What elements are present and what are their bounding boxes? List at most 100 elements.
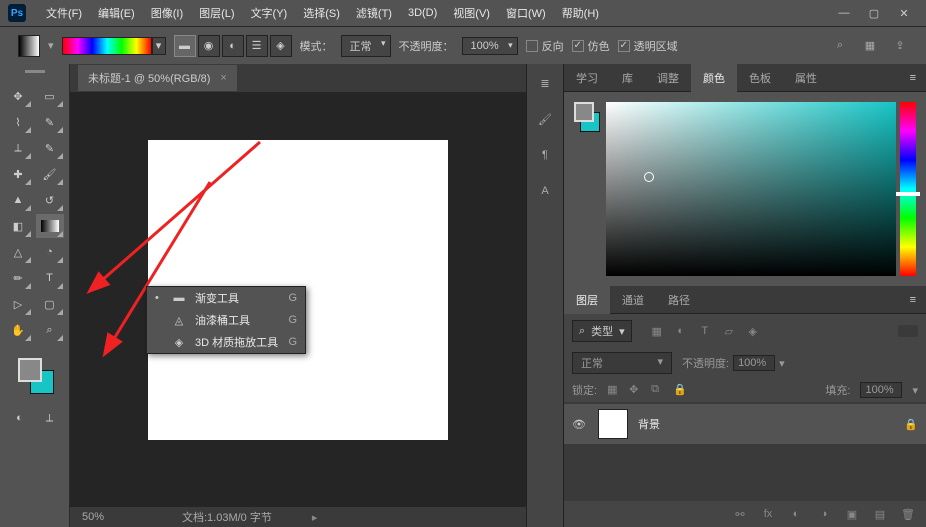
- paragraph-panel-icon[interactable]: ¶: [532, 144, 558, 166]
- path-select-tool[interactable]: ▷: [4, 292, 32, 316]
- panel-menu-icon[interactable]: ≡: [900, 294, 926, 306]
- tab-adjustments[interactable]: 调整: [645, 64, 691, 92]
- zoom-value[interactable]: 50%: [82, 511, 142, 523]
- layer-style-icon[interactable]: fx: [760, 506, 776, 522]
- menu-layer[interactable]: 图层(L): [191, 5, 242, 21]
- filter-toggle[interactable]: [898, 325, 918, 337]
- lock-position-icon[interactable]: ✥: [629, 383, 643, 397]
- hue-slider-cursor[interactable]: [896, 192, 920, 196]
- workspace-icon[interactable]: ▦: [862, 38, 878, 54]
- blend-mode-select[interactable]: 正常: [341, 35, 391, 57]
- chevron-down-icon[interactable]: ▾: [48, 39, 54, 52]
- color-picker-cursor[interactable]: [644, 172, 654, 182]
- history-panel-icon[interactable]: ≣: [532, 72, 558, 94]
- pen-tool[interactable]: ✏: [4, 266, 32, 290]
- move-tool[interactable]: ✥: [4, 84, 32, 108]
- tab-library[interactable]: 库: [610, 64, 645, 92]
- gradient-radial-button[interactable]: ◉: [198, 35, 220, 57]
- lasso-tool[interactable]: ⌇: [4, 110, 32, 134]
- delete-layer-icon[interactable]: 🗑: [900, 506, 916, 522]
- gradient-tool[interactable]: [36, 214, 64, 238]
- zoom-tool[interactable]: ⌕: [36, 318, 64, 342]
- dodge-tool[interactable]: ◔: [36, 240, 64, 264]
- chevron-right-icon[interactable]: ▸: [312, 511, 318, 524]
- gradient-preview[interactable]: [62, 37, 152, 55]
- healing-tool[interactable]: ✚: [4, 162, 32, 186]
- clone-tool[interactable]: ▲: [4, 188, 32, 212]
- hue-slider[interactable]: [900, 102, 916, 276]
- toolbox-handle[interactable]: [4, 70, 65, 80]
- panel-menu-icon[interactable]: ≡: [900, 72, 926, 84]
- lock-icon[interactable]: 🔒: [904, 418, 918, 431]
- layer-group-icon[interactable]: ▣: [844, 506, 860, 522]
- gradient-linear-button[interactable]: ▬: [174, 35, 196, 57]
- adjustment-layer-icon[interactable]: ◑: [816, 506, 832, 522]
- eraser-tool[interactable]: ◧: [4, 214, 32, 238]
- foreground-color-swatch[interactable]: [18, 358, 42, 382]
- menu-filter[interactable]: 滤镜(T): [348, 5, 400, 21]
- search-icon[interactable]: ⌕: [832, 38, 848, 54]
- brush-tool[interactable]: 🖌: [36, 162, 64, 186]
- layer-name[interactable]: 背景: [638, 416, 894, 432]
- history-brush-tool[interactable]: ↺: [36, 188, 64, 212]
- layer-filter-select[interactable]: ⌕ 类型 ▾: [572, 320, 632, 342]
- close-icon[interactable]: ×: [220, 72, 226, 84]
- blur-tool[interactable]: △: [4, 240, 32, 264]
- transparency-checkbox[interactable]: [618, 40, 630, 52]
- filter-smart-icon[interactable]: ◈: [746, 324, 760, 338]
- tab-channels[interactable]: 通道: [610, 286, 656, 314]
- lock-artboard-icon[interactable]: ⧉: [651, 383, 665, 397]
- layer-fill-input[interactable]: 100%: [860, 382, 902, 398]
- flyout-3d-material-tool[interactable]: ◈ 3D 材质拖放工具 G: [147, 331, 305, 353]
- filter-shape-icon[interactable]: ▱: [722, 324, 736, 338]
- hand-tool[interactable]: ✋: [4, 318, 32, 342]
- tab-swatches[interactable]: 色板: [737, 64, 783, 92]
- menu-view[interactable]: 视图(V): [445, 5, 498, 21]
- panel-color-swatches[interactable]: [574, 102, 602, 276]
- new-layer-icon[interactable]: ▤: [872, 506, 888, 522]
- tab-paths[interactable]: 路径: [656, 286, 702, 314]
- layer-visibility-icon[interactable]: 👁: [572, 418, 588, 431]
- tab-properties[interactable]: 属性: [783, 64, 829, 92]
- gradient-angle-button[interactable]: ◐: [222, 35, 244, 57]
- color-picker-field[interactable]: [606, 102, 896, 276]
- reverse-checkbox[interactable]: [526, 40, 538, 52]
- menu-type[interactable]: 文字(Y): [243, 5, 296, 21]
- type-tool[interactable]: T: [36, 266, 64, 290]
- gradient-reflected-button[interactable]: ☰: [246, 35, 268, 57]
- layer-blend-mode-select[interactable]: 正常 ▾: [572, 352, 672, 374]
- marquee-tool[interactable]: ▭: [36, 84, 64, 108]
- color-swatches[interactable]: [4, 358, 65, 398]
- filter-pixel-icon[interactable]: ▦: [650, 324, 664, 338]
- flyout-gradient-tool[interactable]: • ▬ 渐变工具 G: [147, 287, 305, 309]
- flyout-paint-bucket-tool[interactable]: ◬ 油漆桶工具 G: [147, 309, 305, 331]
- panel-fg-swatch[interactable]: [574, 102, 594, 122]
- lock-all-icon[interactable]: 🔒: [673, 383, 687, 397]
- tab-layers[interactable]: 图层: [564, 286, 610, 314]
- brush-panel-icon[interactable]: 🖌: [532, 108, 558, 130]
- gradient-picker-dropdown[interactable]: ▾: [152, 37, 166, 55]
- layer-mask-icon[interactable]: ◐: [788, 506, 804, 522]
- menu-3d[interactable]: 3D(D): [400, 7, 445, 19]
- shape-tool[interactable]: ▢: [36, 292, 64, 316]
- filter-type-icon[interactable]: T: [698, 324, 712, 338]
- layer-row[interactable]: 👁 背景 🔒: [564, 404, 926, 444]
- eyedropper-tool[interactable]: ✎: [36, 136, 64, 160]
- layer-opacity-input[interactable]: 100%: [733, 355, 775, 371]
- menu-select[interactable]: 选择(S): [295, 5, 348, 21]
- menu-file[interactable]: 文件(F): [38, 5, 90, 21]
- window-close-button[interactable]: ✕: [890, 3, 918, 23]
- tab-color[interactable]: 颜色: [691, 64, 737, 92]
- window-minimize-button[interactable]: —: [830, 3, 858, 23]
- chevron-down-icon[interactable]: ▾: [779, 357, 785, 370]
- document-tab[interactable]: 未标题-1 @ 50%(RGB/8) ×: [78, 65, 237, 91]
- lock-pixels-icon[interactable]: ▦: [607, 383, 621, 397]
- tab-learn[interactable]: 学习: [564, 64, 610, 92]
- character-panel-icon[interactable]: A: [532, 180, 558, 202]
- menu-image[interactable]: 图像(I): [143, 5, 191, 21]
- opacity-input[interactable]: 100%: [462, 37, 518, 55]
- menu-window[interactable]: 窗口(W): [498, 5, 554, 21]
- filter-adjust-icon[interactable]: ◐: [674, 324, 688, 338]
- active-tool-icon[interactable]: [18, 35, 40, 57]
- window-maximize-button[interactable]: ▢: [860, 3, 888, 23]
